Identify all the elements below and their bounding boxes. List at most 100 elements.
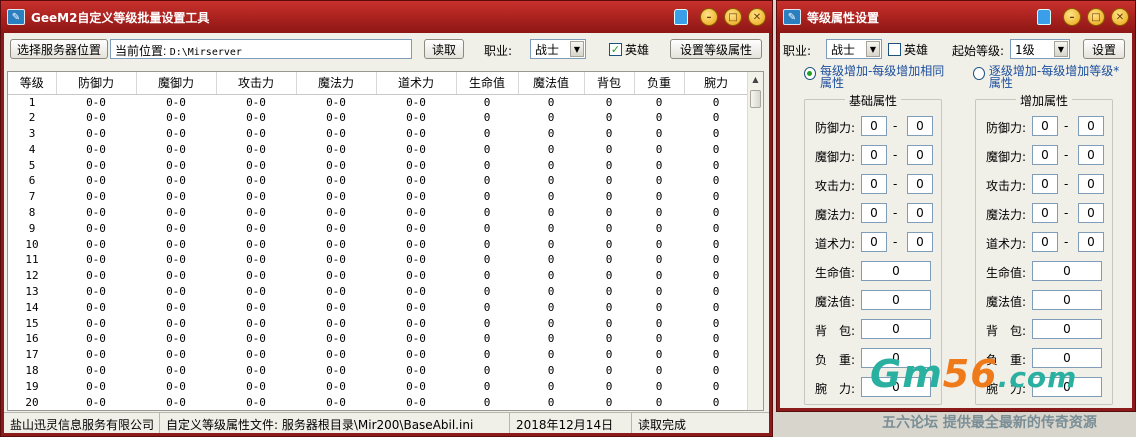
- main-title-bar[interactable]: ✎ GeeM2自定义等级批量设置工具 – □ ✕: [1, 1, 772, 33]
- column-header[interactable]: 负重: [634, 72, 685, 95]
- table-row[interactable]: 17 0-0 0-0 0-0 0-0 0-0 0 0 0 0 0: [8, 347, 748, 363]
- minimize-icon[interactable]: –: [700, 8, 718, 26]
- table-row[interactable]: 18 0-0 0-0 0-0 0-0 0-0 0 0 0 0 0: [8, 363, 748, 379]
- column-header[interactable]: 背包: [584, 72, 635, 95]
- column-header[interactable]: 腕力: [684, 72, 749, 95]
- add-min-field[interactable]: 0: [1032, 145, 1058, 165]
- add-range-dash: -: [1064, 119, 1069, 133]
- column-header[interactable]: 等级: [8, 72, 57, 95]
- sub-title-bar[interactable]: ✎ 等级属性设置 – □ ✕: [777, 1, 1135, 33]
- chevron-down-icon[interactable]: ▼: [1054, 41, 1068, 57]
- table-row[interactable]: 16 0-0 0-0 0-0 0-0 0-0 0 0 0 0 0: [8, 331, 748, 347]
- add-value-field[interactable]: 0: [1032, 319, 1102, 339]
- add-value-field[interactable]: 0: [1032, 290, 1102, 310]
- add-min-field[interactable]: 0: [1032, 203, 1058, 223]
- table-row[interactable]: 8 0-0 0-0 0-0 0-0 0-0 0 0 0 0 0: [8, 205, 748, 221]
- select-server-button[interactable]: 选择服务器位置: [10, 39, 108, 59]
- add-min-field[interactable]: 0: [1032, 174, 1058, 194]
- table-cell: 0-0: [406, 126, 426, 140]
- table-cell: 0-0: [406, 237, 426, 251]
- column-header[interactable]: 魔法值: [518, 72, 585, 95]
- table-row[interactable]: 6 0-0 0-0 0-0 0-0 0-0 0 0 0 0 0: [8, 173, 748, 189]
- base-min-field[interactable]: 0: [861, 116, 887, 136]
- table-row[interactable]: 2 0-0 0-0 0-0 0-0 0-0 0 0 0 0 0: [8, 110, 748, 126]
- base-min-field[interactable]: 0: [861, 174, 887, 194]
- column-header[interactable]: 魔法力: [296, 72, 377, 95]
- base-value-field[interactable]: 0: [861, 290, 931, 310]
- column-header[interactable]: 攻击力: [216, 72, 297, 95]
- close-icon[interactable]: ✕: [1111, 8, 1129, 26]
- base-min-field[interactable]: 0: [861, 145, 887, 165]
- table-cell: 0: [712, 205, 720, 219]
- base-value-field[interactable]: 0: [861, 261, 931, 281]
- column-header[interactable]: 防御力: [56, 72, 137, 95]
- table-row[interactable]: 11 0-0 0-0 0-0 0-0 0-0 0 0 0 0 0: [8, 252, 748, 268]
- table-scrollbar[interactable]: ▲: [747, 72, 763, 410]
- table-cell: 0-0: [326, 348, 346, 362]
- set-level-attr-button[interactable]: 设置等级属性: [670, 39, 762, 59]
- set-button[interactable]: 设置: [1083, 39, 1125, 59]
- hero-checkbox[interactable]: ✓ 英雄: [609, 41, 649, 58]
- start-level-select[interactable]: 1级 ▼: [1010, 39, 1070, 59]
- close-icon[interactable]: ✕: [748, 8, 766, 26]
- base-value-field[interactable]: 0: [861, 319, 931, 339]
- base-max-field[interactable]: 0: [907, 232, 933, 252]
- chevron-down-icon[interactable]: ▼: [866, 41, 880, 57]
- chevron-down-icon[interactable]: ▼: [570, 41, 584, 57]
- table-row[interactable]: 9 0-0 0-0 0-0 0-0 0-0 0 0 0 0 0: [8, 220, 748, 236]
- base-min-field[interactable]: 0: [861, 232, 887, 252]
- table-row[interactable]: 1 0-0 0-0 0-0 0-0 0-0 0 0 0 0 0: [8, 94, 748, 110]
- sub-hero-checkbox[interactable]: 英雄: [888, 41, 928, 58]
- table-row[interactable]: 20 0-0 0-0 0-0 0-0 0-0 0 0 0 0 0: [8, 394, 748, 410]
- table-row[interactable]: 5 0-0 0-0 0-0 0-0 0-0 0 0 0 0 0: [8, 157, 748, 173]
- add-min-field[interactable]: 0: [1032, 116, 1058, 136]
- base-max-field[interactable]: 0: [907, 174, 933, 194]
- add-min-field[interactable]: 0: [1032, 232, 1058, 252]
- base-max-field[interactable]: 0: [907, 116, 933, 136]
- column-header[interactable]: 生命值: [456, 72, 519, 95]
- table-row[interactable]: 12 0-0 0-0 0-0 0-0 0-0 0 0 0 0 0: [8, 268, 748, 284]
- table-cell: 0-0: [326, 237, 346, 251]
- shirt-icon[interactable]: [1037, 9, 1051, 25]
- table-row[interactable]: 3 0-0 0-0 0-0 0-0 0-0 0 0 0 0 0: [8, 126, 748, 142]
- table-row[interactable]: 7 0-0 0-0 0-0 0-0 0-0 0 0 0 0 0: [8, 189, 748, 205]
- base-attr-label: 魔御力:: [815, 150, 856, 164]
- table-row[interactable]: 19 0-0 0-0 0-0 0-0 0-0 0 0 0 0 0: [8, 378, 748, 394]
- table-row[interactable]: 10 0-0 0-0 0-0 0-0 0-0 0 0 0 0 0: [8, 236, 748, 252]
- add-max-field[interactable]: 0: [1078, 116, 1104, 136]
- base-max-field[interactable]: 0: [907, 145, 933, 165]
- table-cell: 0-0: [86, 95, 106, 109]
- scroll-thumb[interactable]: [750, 90, 761, 108]
- add-max-field[interactable]: 0: [1078, 232, 1104, 252]
- maximize-icon[interactable]: □: [724, 8, 742, 26]
- table-cell: 0: [655, 95, 663, 109]
- base-max-field[interactable]: 0: [907, 203, 933, 223]
- table-row[interactable]: 13 0-0 0-0 0-0 0-0 0-0 0 0 0 0 0: [8, 284, 748, 300]
- table-row[interactable]: 4 0-0 0-0 0-0 0-0 0-0 0 0 0 0 0: [8, 141, 748, 157]
- add-max-field[interactable]: 0: [1078, 145, 1104, 165]
- add-value-field[interactable]: 0: [1032, 261, 1102, 281]
- shirt-icon[interactable]: [674, 9, 688, 25]
- sub-job-select[interactable]: 战士 ▼: [826, 39, 882, 59]
- table-cell: 0-0: [166, 205, 186, 219]
- table-row[interactable]: 14 0-0 0-0 0-0 0-0 0-0 0 0 0 0 0: [8, 299, 748, 315]
- minimize-icon[interactable]: –: [1063, 8, 1081, 26]
- table-cell: 0: [605, 95, 613, 109]
- add-max-field[interactable]: 0: [1078, 174, 1104, 194]
- add-attr-label: 道术力:: [986, 237, 1027, 251]
- read-button[interactable]: 读取: [424, 39, 464, 59]
- maximize-icon[interactable]: □: [1087, 8, 1105, 26]
- add-max-field[interactable]: 0: [1078, 203, 1104, 223]
- radio-same-per-level[interactable]: 每级增加-每级增加相同属性: [804, 65, 954, 89]
- watermark-slogan: 五六论坛 提供最全最新的传奇资源: [882, 415, 1097, 431]
- current-location-field[interactable]: 当前位置: D:\Mirserver: [110, 39, 412, 59]
- base-min-field[interactable]: 0: [861, 203, 887, 223]
- scroll-up-icon[interactable]: ▲: [748, 72, 763, 88]
- job-select[interactable]: 战士 ▼: [530, 39, 586, 59]
- radio-progressive[interactable]: 逐级增加-每级增加等级*属性: [973, 65, 1128, 89]
- column-header[interactable]: 道术力: [376, 72, 457, 95]
- table-row[interactable]: 15 0-0 0-0 0-0 0-0 0-0 0 0 0 0 0: [8, 315, 748, 331]
- table-cell: 0-0: [166, 284, 186, 298]
- column-header[interactable]: 魔御力: [136, 72, 217, 95]
- job-label: 职业:: [484, 44, 513, 58]
